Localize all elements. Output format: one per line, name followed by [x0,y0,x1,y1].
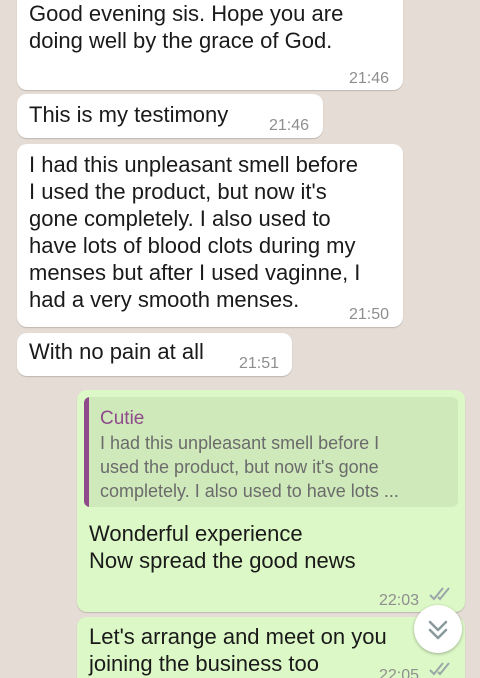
message-bubble-outgoing[interactable]: Let's arrange and meet on you joining th… [77,617,465,678]
message-time: 21:50 [349,306,390,323]
quote-accent-bar [84,397,89,507]
message-bubble-incoming[interactable]: Good evening sis. Hope you are doing wel… [17,0,403,90]
message-text: Wonderful experience Now spread the good… [89,521,356,573]
message-text: Let's arrange and meet on you joining th… [89,624,387,676]
message-text: I had this unpleasant smell before I use… [29,152,361,312]
chat-view[interactable]: Good evening sis. Hope you are doing wel… [0,0,480,678]
double-check-icon [429,587,450,601]
message-bubble-incoming[interactable]: I had this unpleasant smell before I use… [17,144,403,327]
message-bubble-outgoing[interactable]: Cutie I had this unpleasant smell before… [77,390,465,612]
message-text: This is my testimony [29,102,229,127]
double-check-icon [429,662,450,676]
scroll-to-bottom-button[interactable] [414,605,462,653]
message-time: 22:05 [379,667,420,678]
quote-text: I had this unpleasant smell before I use… [100,433,399,501]
double-chevron-down-icon [428,620,448,640]
quote-author: Cutie [100,408,145,429]
quoted-message[interactable]: Cutie I had this unpleasant smell before… [84,397,458,507]
message-time: 21:51 [239,355,280,372]
message-time: 21:46 [269,117,310,134]
message-bubble-incoming[interactable]: With no pain at all 21:51 [17,333,292,376]
message-bubble-incoming[interactable]: This is my testimony 21:46 [17,94,323,138]
message-text: With no pain at all [29,339,204,364]
message-text: Good evening sis. Hope you are doing wel… [29,1,344,53]
message-time: 21:46 [349,70,390,87]
